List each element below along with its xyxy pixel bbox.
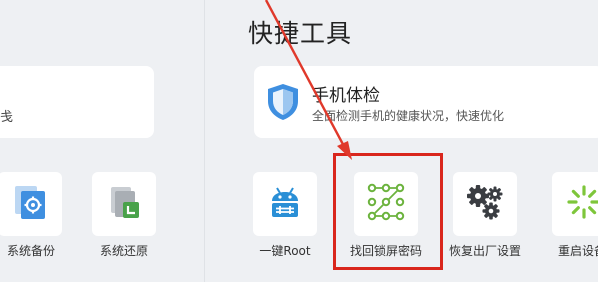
left-card-text: 戋 <box>0 110 14 125</box>
left-feature-card[interactable]: 戋 <box>0 66 154 138</box>
android-root-icon <box>267 184 303 224</box>
tool-system-restore[interactable] <box>92 172 156 236</box>
section-title: 快捷工具 <box>248 19 353 48</box>
shield-icon <box>266 83 300 121</box>
tool-factory-reset[interactable] <box>453 172 517 236</box>
gears-icon <box>465 182 505 226</box>
tool-system-backup[interactable] <box>0 172 62 236</box>
tool-one-click-root[interactable] <box>253 172 317 236</box>
tool-restart-device[interactable] <box>552 172 598 236</box>
annotation-highlight-box <box>333 153 443 270</box>
system-backup-icon <box>13 184 47 224</box>
section-divider <box>204 0 205 282</box>
tool-label-one-click-root: 一键Root <box>259 244 311 258</box>
tool-label-system-restore: 系统还原 <box>99 244 148 258</box>
phone-checkup-card[interactable]: 手机体检 全面检测手机的健康状况，快速优化 <box>254 66 598 138</box>
system-restore-icon <box>107 184 141 224</box>
tool-label-factory-reset: 恢复出厂设置 <box>448 244 521 258</box>
phone-checkup-description: 全面检测手机的健康状况，快速优化 <box>312 109 505 123</box>
restart-icon <box>566 184 598 224</box>
tool-label-system-backup: 系统备份 <box>6 244 55 258</box>
tool-label-restart-device: 重启设备 <box>558 244 598 258</box>
phone-checkup-title: 手机体检 <box>312 86 380 106</box>
